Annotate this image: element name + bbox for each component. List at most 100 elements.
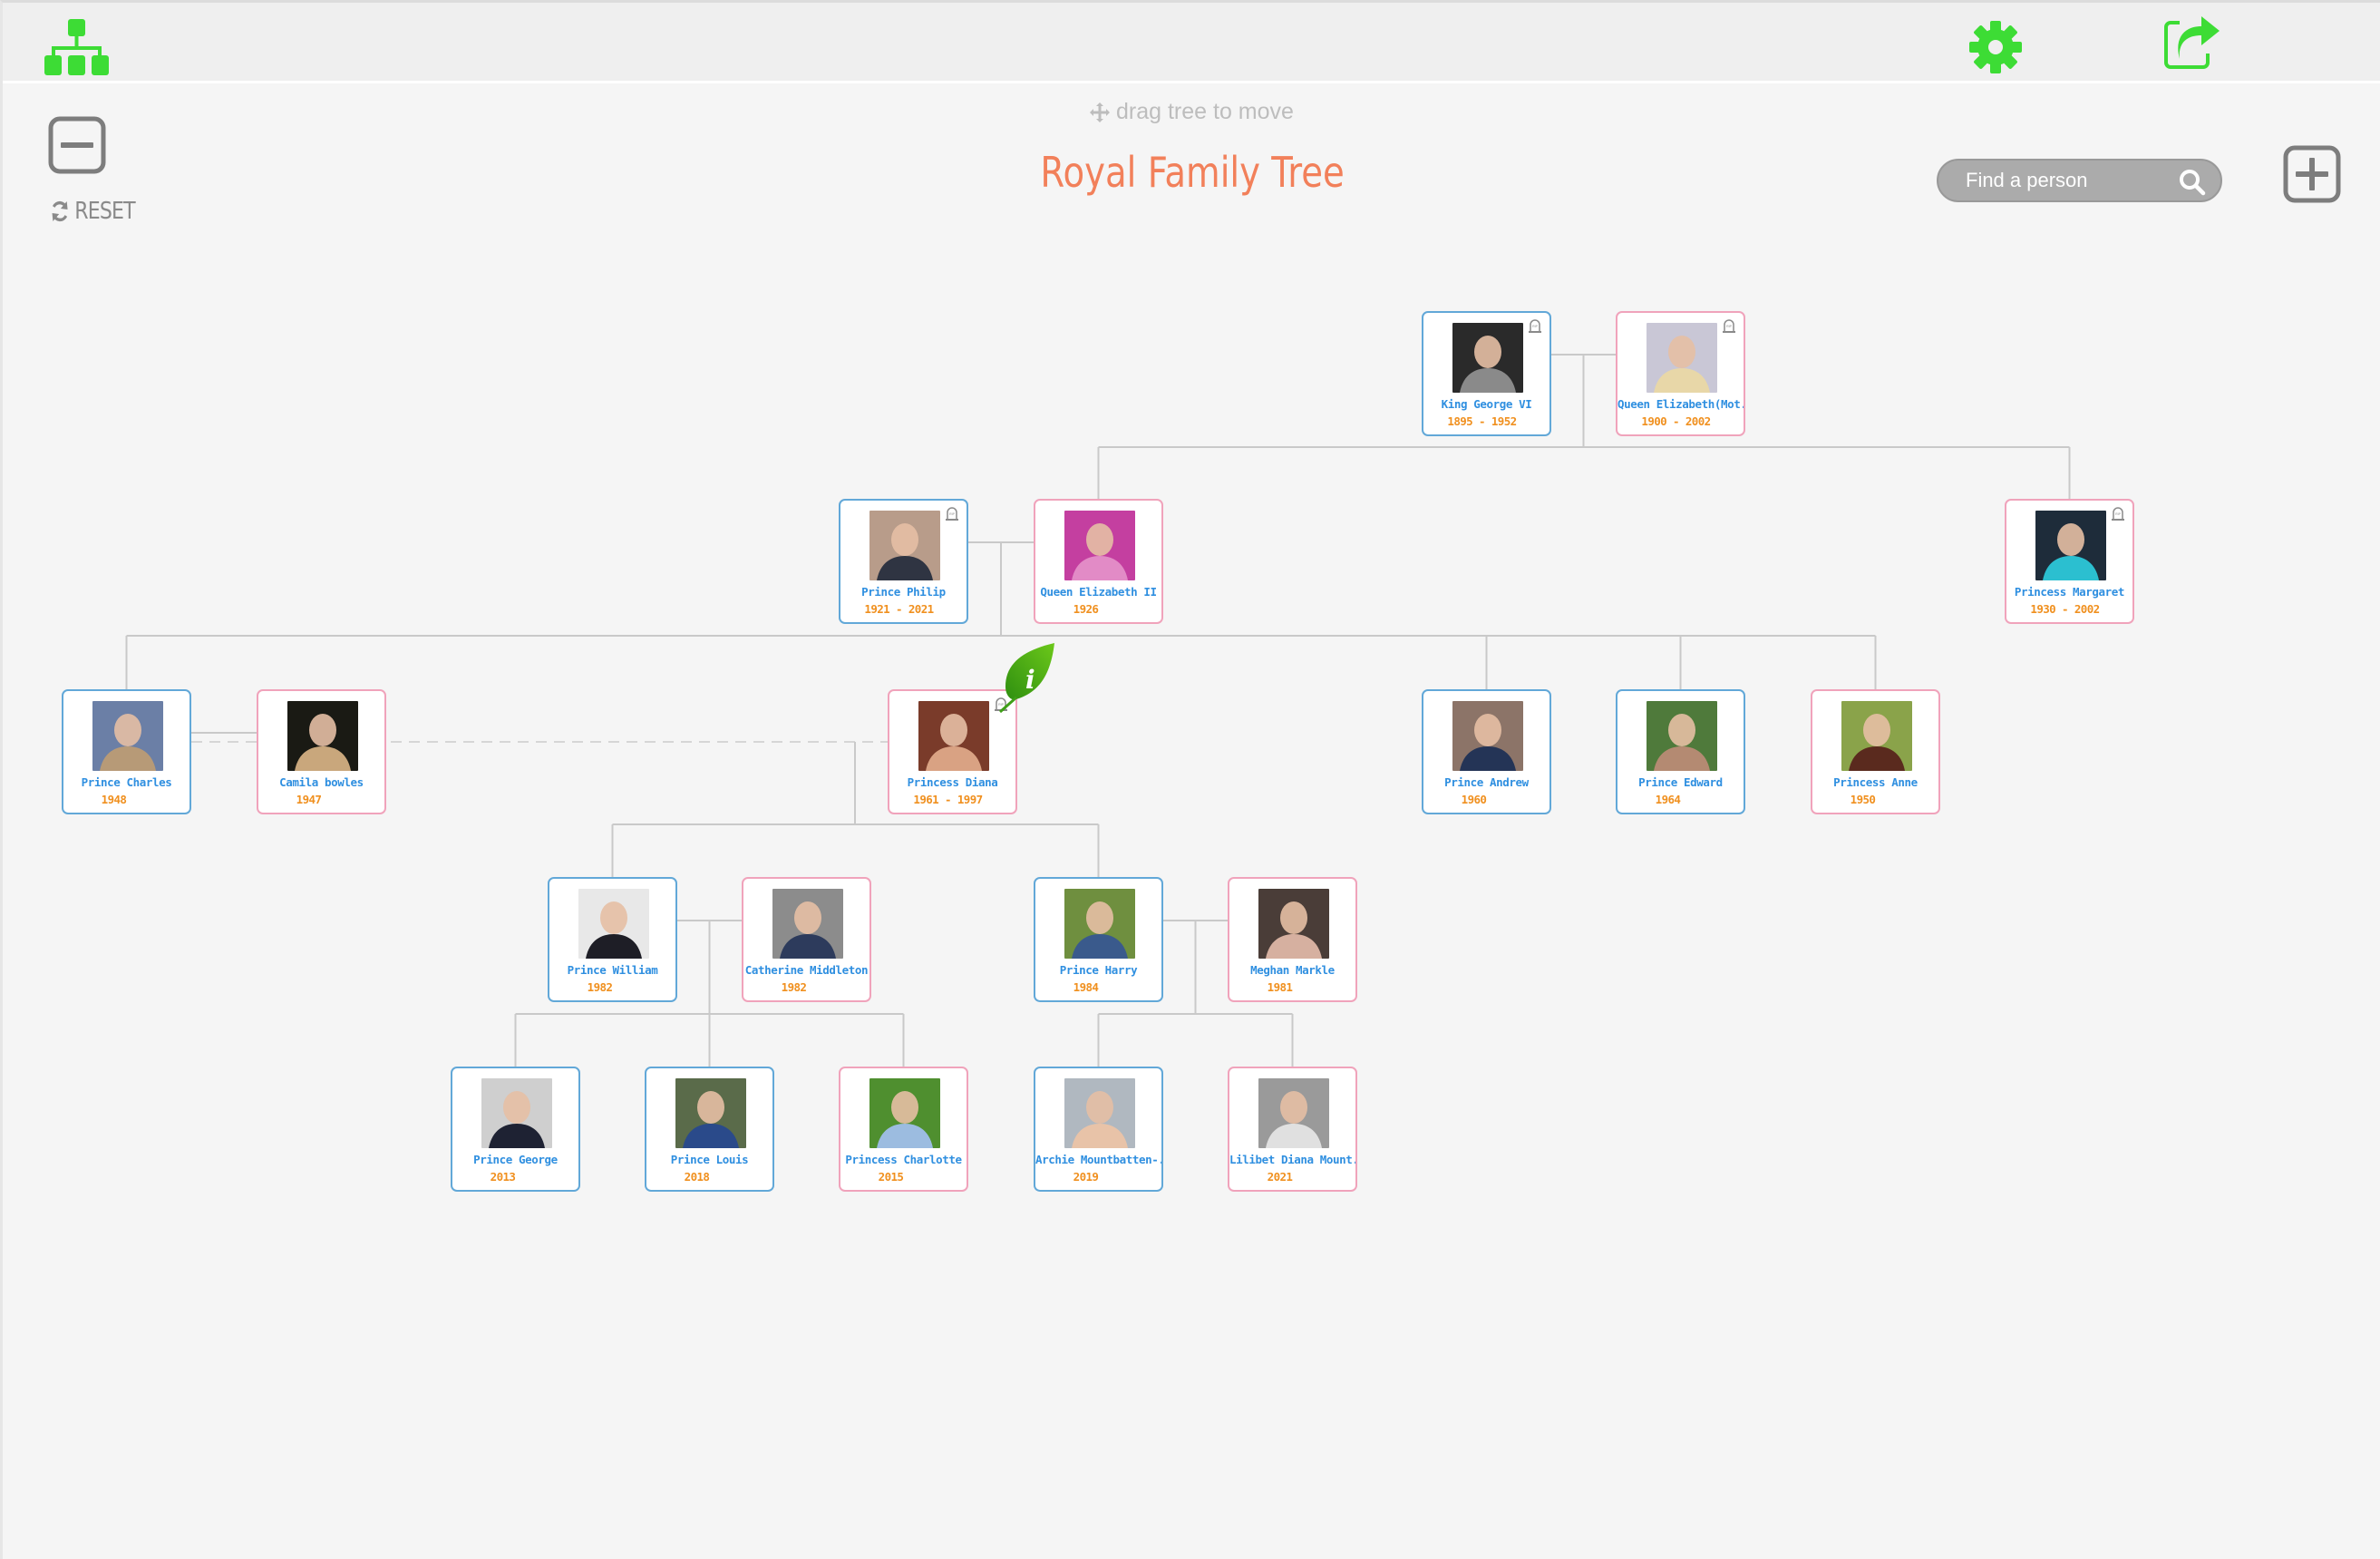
tombstone-icon: RIP bbox=[946, 507, 958, 521]
person-dates: 1984 bbox=[1073, 980, 1099, 994]
person-name: Prince William bbox=[567, 963, 658, 977]
person-dates: 1930 - 2002 bbox=[2030, 602, 2100, 616]
person-photo bbox=[1647, 701, 1717, 771]
family-tree-icon[interactable] bbox=[44, 19, 110, 75]
person-card-edward[interactable]: Prince Edward 1964 bbox=[1616, 689, 1745, 814]
person-name: Princess Anne bbox=[1833, 775, 1918, 789]
person-card-george[interactable]: Prince George 2013 bbox=[451, 1067, 580, 1192]
person-name: Camila bowles bbox=[279, 775, 364, 789]
person-dates: 1981 bbox=[1267, 980, 1293, 994]
reset-label: RESET bbox=[74, 198, 135, 225]
person-dates: 2018 bbox=[684, 1170, 710, 1184]
zoom-out-icon bbox=[48, 116, 106, 174]
reset-button[interactable]: RESET bbox=[50, 198, 136, 225]
svg-text:RIP: RIP bbox=[949, 512, 956, 516]
person-card-catherine[interactable]: Catherine Middleton 1982 bbox=[742, 877, 871, 1002]
person-dates: 1900 - 2002 bbox=[1641, 414, 1711, 428]
person-dates: 2019 bbox=[1073, 1170, 1099, 1184]
person-dates: 1895 - 1952 bbox=[1447, 414, 1517, 428]
zoom-in-button[interactable] bbox=[2283, 145, 2341, 203]
person-photo bbox=[918, 701, 989, 771]
svg-text:RIP: RIP bbox=[1726, 325, 1733, 328]
share-icon[interactable] bbox=[2163, 15, 2221, 70]
top-toolbar bbox=[3, 3, 2380, 83]
person-name: Prince George bbox=[473, 1153, 558, 1166]
person-photo bbox=[675, 1078, 746, 1148]
person-card-elizabeth2[interactable]: Queen Elizabeth II 1926 bbox=[1034, 499, 1163, 624]
tombstone-icon: RIP bbox=[1529, 319, 1541, 333]
search-input[interactable] bbox=[1966, 169, 2174, 192]
person-dates: 1926 bbox=[1073, 602, 1099, 616]
person-photo bbox=[772, 889, 843, 959]
drag-hint: drag tree to move bbox=[1089, 99, 1294, 125]
person-photo bbox=[869, 1078, 940, 1148]
person-dates: 1950 bbox=[1850, 793, 1876, 806]
person-card-george6[interactable]: King George VI 1895 - 1952 RIP bbox=[1422, 311, 1551, 436]
person-dates: 1921 - 2021 bbox=[864, 602, 934, 616]
info-leaf-icon[interactable]: i bbox=[996, 641, 1056, 714]
person-name: Prince Philip bbox=[861, 585, 946, 599]
person-photo bbox=[2035, 511, 2106, 580]
person-card-anne[interactable]: Princess Anne 1950 bbox=[1811, 689, 1940, 814]
person-photo bbox=[869, 511, 940, 580]
person-name: Prince Louis bbox=[670, 1153, 749, 1166]
person-photo bbox=[1258, 1078, 1329, 1148]
tombstone-icon: RIP bbox=[2112, 507, 2124, 521]
person-dates: 1964 bbox=[1655, 793, 1681, 806]
person-card-archie[interactable]: Archie Mountbatten-.. 2019 bbox=[1034, 1067, 1163, 1192]
person-card-queenmother[interactable]: Queen Elizabeth(Mot.. 1900 - 2002 RIP bbox=[1616, 311, 1745, 436]
person-photo bbox=[1841, 701, 1912, 771]
person-name: King George VI bbox=[1441, 397, 1532, 411]
person-name: Princess Margaret bbox=[2014, 585, 2125, 599]
person-dates: 1982 bbox=[781, 980, 807, 994]
move-arrows-icon bbox=[1090, 102, 1110, 122]
person-card-meghan[interactable]: Meghan Markle 1981 bbox=[1228, 877, 1357, 1002]
person-card-charlotte[interactable]: Princess Charlotte 2015 bbox=[839, 1067, 968, 1192]
person-photo bbox=[1064, 1078, 1135, 1148]
person-photo bbox=[1064, 511, 1135, 580]
person-card-harry[interactable]: Prince Harry 1984 bbox=[1034, 877, 1163, 1002]
person-name: Catherine Middleton bbox=[744, 963, 869, 977]
person-name: Queen Elizabeth II bbox=[1040, 585, 1157, 599]
person-name: Princess Diana bbox=[907, 775, 998, 789]
page-title: Royal Family Tree bbox=[1040, 148, 1345, 197]
find-person-search[interactable] bbox=[1937, 159, 2222, 202]
person-card-lilibet[interactable]: Lilibet Diana Mount.. 2021 bbox=[1228, 1067, 1357, 1192]
person-name: Archie Mountbatten-.. bbox=[1035, 1153, 1161, 1166]
person-name: Meghan Markle bbox=[1250, 963, 1335, 977]
person-card-louis[interactable]: Prince Louis 2018 bbox=[645, 1067, 774, 1192]
person-dates: 1948 bbox=[101, 793, 127, 806]
person-card-margaret[interactable]: Princess Margaret 1930 - 2002 RIP bbox=[2005, 499, 2134, 624]
person-name: Prince Edward bbox=[1638, 775, 1723, 789]
zoom-out-button[interactable] bbox=[48, 116, 106, 174]
person-dates: 1947 bbox=[296, 793, 322, 806]
person-photo bbox=[287, 701, 358, 771]
person-photo bbox=[92, 701, 163, 771]
person-photo bbox=[1258, 889, 1329, 959]
person-photo bbox=[1452, 701, 1523, 771]
drag-hint-text: drag tree to move bbox=[1116, 99, 1294, 124]
info-leaf-label: i bbox=[1025, 665, 1035, 695]
person-photo bbox=[1647, 323, 1717, 393]
gear-icon[interactable] bbox=[1968, 20, 2023, 74]
person-photo bbox=[1452, 323, 1523, 393]
person-card-charles[interactable]: Prince Charles 1948 bbox=[62, 689, 191, 814]
person-card-camilla[interactable]: Camila bowles 1947 bbox=[257, 689, 386, 814]
person-dates: 1960 bbox=[1461, 793, 1487, 806]
person-card-philip[interactable]: Prince Philip 1921 - 2021 RIP bbox=[839, 499, 968, 624]
person-photo bbox=[1064, 889, 1135, 959]
person-name: Prince Andrew bbox=[1444, 775, 1529, 789]
person-photo bbox=[578, 889, 649, 959]
person-dates: 1961 - 1997 bbox=[913, 793, 983, 806]
person-name: Prince Harry bbox=[1059, 963, 1138, 977]
person-card-william[interactable]: Prince William 1982 bbox=[548, 877, 677, 1002]
person-dates: 2013 bbox=[490, 1170, 516, 1184]
zoom-in-icon bbox=[2283, 145, 2341, 203]
person-card-andrew[interactable]: Prince Andrew 1960 bbox=[1422, 689, 1551, 814]
person-name: Lilibet Diana Mount.. bbox=[1229, 1153, 1355, 1166]
tombstone-icon: RIP bbox=[1723, 319, 1735, 333]
search-icon[interactable] bbox=[2179, 169, 2206, 196]
person-photo bbox=[481, 1078, 552, 1148]
person-name: Prince Charles bbox=[81, 775, 172, 789]
person-dates: 2015 bbox=[878, 1170, 904, 1184]
